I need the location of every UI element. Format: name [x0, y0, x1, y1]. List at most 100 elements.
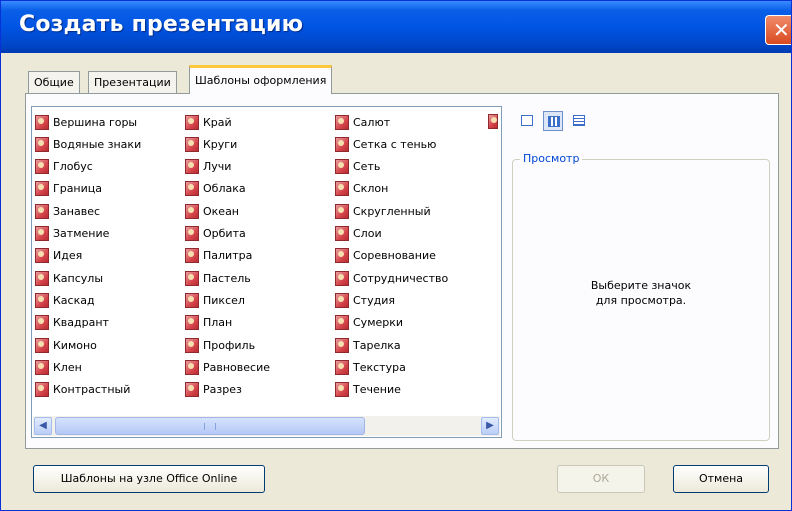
office-online-templates-button[interactable]: Шаблоны на узле Office Online [33, 465, 265, 493]
template-item[interactable]: Разрез [185, 380, 242, 400]
powerpoint-template-icon [35, 226, 49, 241]
powerpoint-template-icon [35, 136, 49, 152]
tab-design-templates[interactable]: Шаблоны оформления [189, 65, 333, 94]
powerpoint-template-icon [35, 181, 49, 197]
scroll-right-button[interactable]: ▶ [481, 417, 499, 435]
large-icons-view-button[interactable] [517, 111, 537, 131]
template-item-label: Сеть [353, 160, 381, 174]
powerpoint-template-icon [185, 114, 199, 130]
template-item[interactable]: Сеть [335, 157, 380, 177]
small-icons-icon [548, 116, 560, 127]
powerpoint-template-icon [335, 292, 349, 308]
template-item[interactable]: Водяные знаки [35, 134, 141, 154]
powerpoint-template-icon [35, 359, 49, 375]
powerpoint-template-icon [35, 203, 49, 219]
template-item-label: Облака [203, 182, 246, 196]
cancel-button[interactable]: Отмена [673, 465, 769, 493]
template-item[interactable]: Кимоно [35, 335, 97, 355]
template-item[interactable]: Вершина горы [35, 112, 137, 132]
template-item-label: Пиксел [203, 293, 245, 307]
powerpoint-template-icon [35, 337, 49, 353]
powerpoint-template-icon [35, 114, 49, 130]
powerpoint-template-icon [185, 159, 199, 175]
powerpoint-template-icon [335, 382, 349, 398]
template-item[interactable]: Контрастный [35, 380, 130, 400]
close-button[interactable]: ✕ [765, 15, 791, 45]
powerpoint-template-icon [185, 337, 199, 353]
template-item-label: Студия [353, 293, 395, 307]
template-item-label: Скругленный [353, 204, 431, 218]
template-item-label: Круги [203, 137, 238, 151]
template-item[interactable]: Идея [35, 246, 82, 266]
powerpoint-template-icon [35, 248, 49, 264]
template-item[interactable]: Тарелка [335, 335, 401, 355]
preview-message-line-2: для просмотра. [595, 294, 687, 307]
template-item[interactable]: Затмение [35, 224, 109, 244]
tab-presentations[interactable]: Презентации [88, 71, 177, 93]
template-list[interactable]: Вершина горы Водяные знаки Глобус Граница За… [31, 106, 502, 438]
scroll-left-button[interactable]: ◀ [34, 417, 52, 435]
powerpoint-template-icon [335, 181, 349, 197]
template-item[interactable]: Течение [335, 380, 401, 400]
template-item[interactable]: Каскад [35, 290, 95, 310]
powerpoint-template-icon [185, 181, 199, 197]
template-item[interactable]: Профиль [185, 335, 255, 355]
ok-button[interactable]: ОК [557, 465, 645, 493]
template-item-label: Каскад [53, 293, 95, 307]
template-item-label: Текстура [353, 360, 406, 374]
template-item[interactable]: Глобус [35, 157, 93, 177]
template-item[interactable]: Граница [35, 179, 102, 199]
template-item[interactable]: Студия [335, 290, 395, 310]
template-item[interactable]: Палитра [185, 246, 252, 266]
template-item[interactable]: Занавес [35, 201, 100, 221]
small-icons-view-button[interactable] [543, 111, 563, 131]
template-item[interactable]: Край [185, 112, 232, 132]
dialog-window: Создать презентацию ✕ Общие Презентации … [0, 0, 792, 511]
powerpoint-template-icon [35, 315, 49, 331]
template-item-label: Орбита [203, 227, 246, 240]
tab-general[interactable]: Общие [28, 71, 80, 93]
title-bar[interactable]: Создать презентацию [1, 1, 791, 53]
powerpoint-template-icon [335, 315, 349, 331]
template-item[interactable]: Слои [335, 224, 382, 244]
template-item[interactable]: Соревнование [335, 246, 436, 266]
template-item-label: Равновесие [203, 360, 270, 374]
template-item[interactable]: Склон [335, 179, 388, 199]
powerpoint-template-icon [335, 337, 349, 353]
powerpoint-template-icon[interactable] [488, 114, 498, 129]
template-item[interactable]: Облака [185, 179, 246, 199]
scroll-thumb[interactable] [55, 417, 365, 435]
template-item[interactable]: Скругленный [335, 201, 431, 221]
powerpoint-template-icon [335, 136, 349, 152]
template-item-label: Глобус [53, 160, 93, 174]
template-item-label: Вершина горы [53, 115, 138, 129]
template-item[interactable]: Сетка с тенью [335, 134, 436, 154]
template-item-label: Капсулы [53, 271, 104, 285]
preview-message: Выберите значок для просмотра. [512, 278, 770, 308]
template-item[interactable]: Клен [35, 357, 82, 377]
powerpoint-template-icon [335, 114, 349, 130]
template-item[interactable]: Орбита [185, 224, 246, 244]
details-view-button[interactable] [569, 111, 589, 131]
powerpoint-template-icon [335, 203, 349, 219]
template-item[interactable]: Текстура [335, 357, 406, 377]
template-item[interactable]: Капсулы [35, 268, 103, 288]
template-item-label: Салют [353, 115, 391, 129]
template-item[interactable]: Океан [185, 201, 239, 221]
template-item[interactable]: План [185, 313, 232, 333]
template-item[interactable]: Пиксел [185, 290, 245, 310]
template-item-label: Соревнование [353, 249, 436, 263]
template-item[interactable]: Салют [335, 112, 390, 132]
template-item[interactable]: Круги [185, 134, 237, 154]
template-item[interactable]: Квадрант [35, 313, 109, 333]
powerpoint-template-icon [335, 226, 349, 241]
template-item[interactable]: Пастель [185, 268, 251, 288]
powerpoint-template-icon [185, 359, 199, 375]
horizontal-scrollbar[interactable]: ◀ ▶ [33, 416, 500, 436]
template-item-label: Квадрант [53, 316, 109, 330]
template-item[interactable]: Сотрудничество [335, 268, 448, 288]
template-item-label: Затмение [53, 227, 110, 240]
template-item[interactable]: Сумерки [335, 313, 403, 333]
template-item[interactable]: Лучи [185, 157, 231, 177]
template-item[interactable]: Равновесие [185, 357, 270, 377]
